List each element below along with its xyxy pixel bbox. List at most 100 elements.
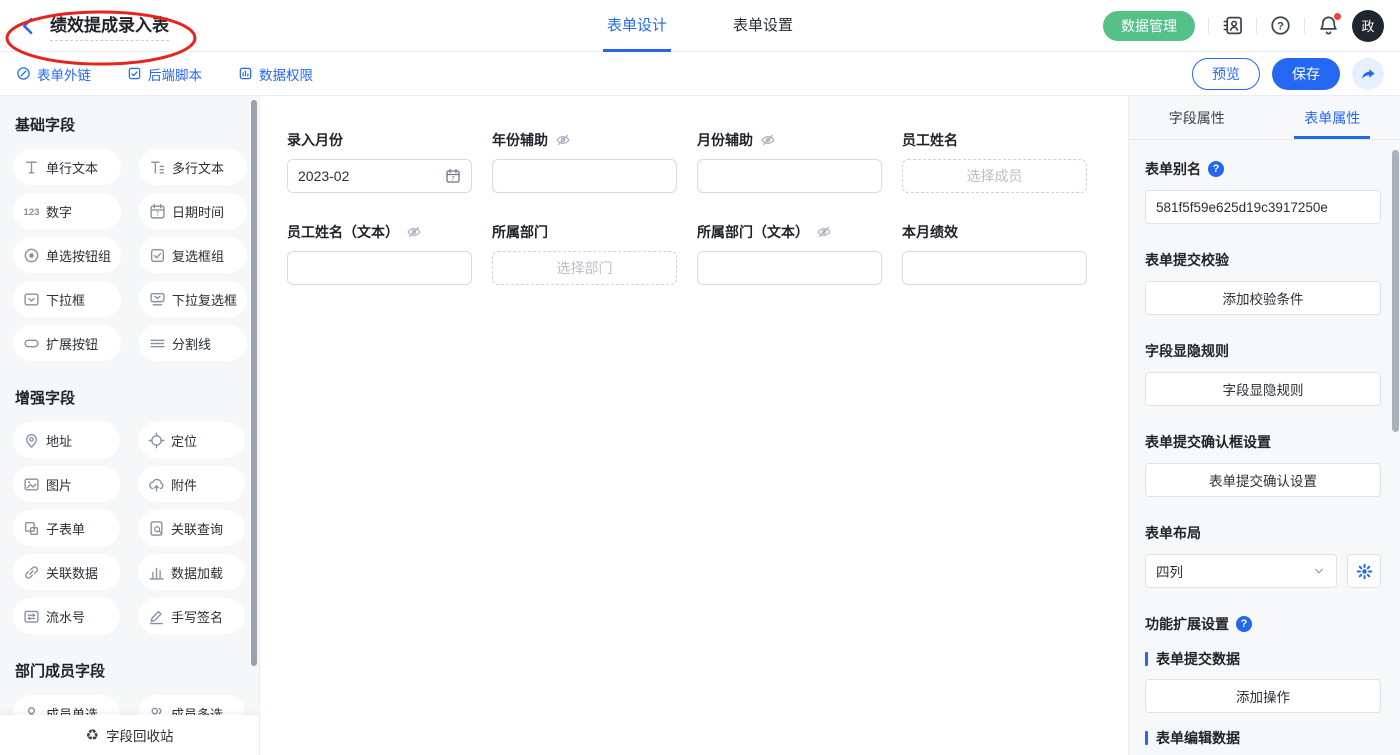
external-link-label: 表单外链	[37, 64, 91, 84]
notification-dot	[1334, 13, 1341, 20]
date-value: 2023-02	[298, 168, 349, 184]
basic-fields-grid: 单行文本 多行文本 数字 日期时间 单选按钮组 复选框组 下拉框 下拉复选框 扩…	[13, 149, 245, 361]
department-picker[interactable]: 选择部门	[492, 251, 677, 285]
field-label: 所属部门	[492, 222, 548, 242]
layout-select[interactable]: 四列	[1145, 554, 1337, 588]
field-visibility-button[interactable]: 字段显隐规则	[1145, 372, 1381, 406]
form-field-department-text[interactable]: 所属部门（文本）	[697, 222, 882, 285]
field-label: 所属部门（文本）	[697, 222, 809, 242]
edit-data-title-row: 表单编辑数据	[1145, 728, 1381, 748]
submit-data-title-row: 表单提交数据	[1145, 649, 1381, 669]
backend-script-label: 后端脚本	[148, 64, 202, 84]
attachment-cloud-icon	[148, 476, 165, 493]
enhanced-fields-grid: 地址 定位 图片 附件 子表单 关联查询 关联数据 数据加载 流水号 手写签名	[13, 422, 245, 634]
field-pill-checkbox-group[interactable]: 复选框组	[139, 237, 247, 273]
external-link-icon	[16, 66, 31, 81]
properties-panel: 字段属性 表单属性 表单别名 表单提交校验 添加校验条件 字段显隐规则 字段显隐…	[1128, 96, 1400, 755]
data-manage-button[interactable]: 数据管理	[1103, 11, 1195, 41]
help-icon[interactable]	[1236, 616, 1252, 632]
pill-label: 关联数据	[46, 563, 98, 582]
submit-confirm-button[interactable]: 表单提交确认设置	[1145, 463, 1381, 497]
tab-form-properties[interactable]: 表单属性	[1265, 96, 1400, 139]
text-input[interactable]	[492, 159, 677, 193]
field-pill-number[interactable]: 数字	[13, 193, 121, 229]
divider	[1304, 18, 1305, 34]
field-label: 年份辅助	[492, 130, 548, 150]
pill-label: 下拉框	[46, 290, 85, 309]
text-input[interactable]	[697, 159, 882, 193]
field-pill-locate[interactable]: 定位	[138, 422, 245, 458]
avatar[interactable]: 政	[1352, 10, 1384, 42]
sidebar-scrollbar[interactable]	[251, 100, 257, 666]
image-icon	[23, 476, 40, 493]
add-validation-button[interactable]: 添加校验条件	[1145, 281, 1381, 315]
tab-field-properties[interactable]: 字段属性	[1129, 96, 1265, 139]
toolbar-right: 预览 保存	[1192, 58, 1384, 90]
field-pill-data-load[interactable]: 数据加载	[138, 554, 245, 590]
field-pill-single-line-text[interactable]: 单行文本	[13, 149, 121, 185]
field-pill-multi-line-text[interactable]: 多行文本	[139, 149, 247, 185]
form-design-canvas[interactable]: 录入月份 2023-02 年份辅助 月份辅助	[260, 96, 1128, 755]
field-pill-linked-query[interactable]: 关联查询	[138, 510, 245, 546]
help-icon[interactable]	[1270, 15, 1291, 36]
field-pill-subform[interactable]: 子表单	[13, 510, 120, 546]
linked-query-icon	[148, 520, 165, 537]
header-right: 数据管理 政	[1103, 10, 1400, 42]
field-pill-dropdown[interactable]: 下拉框	[13, 281, 121, 317]
text-input[interactable]	[697, 251, 882, 285]
save-button[interactable]: 保存	[1272, 58, 1340, 90]
field-recycle-bin[interactable]: 字段回收站	[0, 715, 259, 755]
form-field-monthly-performance[interactable]: 本月绩效	[902, 222, 1087, 285]
pill-label: 数据加载	[171, 563, 223, 582]
accent-bar	[1145, 731, 1148, 745]
notification-bell[interactable]	[1318, 15, 1339, 36]
field-pill-signature[interactable]: 手写签名	[138, 598, 245, 634]
submit-validation-label: 表单提交校验	[1145, 250, 1381, 270]
form-layout-label: 表单布局	[1145, 523, 1381, 543]
field-pill-serial-number[interactable]: 流水号	[13, 598, 120, 634]
field-label: 本月绩效	[902, 222, 958, 242]
field-pill-attachment[interactable]: 附件	[138, 466, 245, 502]
form-field-employee-name[interactable]: 员工姓名 选择成员	[902, 130, 1087, 193]
text-input[interactable]	[287, 251, 472, 285]
form-field-year-helper[interactable]: 年份辅助	[492, 130, 677, 193]
tab-form-design[interactable]: 表单设计	[603, 0, 671, 52]
divider	[1256, 18, 1257, 34]
field-pill-radio-group[interactable]: 单选按钮组	[13, 237, 121, 273]
pill-label: 单行文本	[46, 158, 98, 177]
form-alias-input[interactable]	[1145, 190, 1381, 224]
member-picker[interactable]: 选择成员	[902, 159, 1087, 193]
extend-button-icon	[23, 335, 40, 352]
help-icon[interactable]	[1208, 161, 1224, 177]
tab-form-settings[interactable]: 表单设置	[729, 0, 797, 52]
share-button[interactable]	[1352, 58, 1384, 90]
field-pill-extend-button[interactable]: 扩展按钮	[13, 325, 121, 361]
text-input[interactable]	[902, 251, 1087, 285]
field-pill-datetime[interactable]: 日期时间	[139, 193, 247, 229]
section-title-enhanced-fields: 增强字段	[15, 387, 245, 408]
field-pill-linked-data[interactable]: 关联数据	[13, 554, 120, 590]
layout-settings-button[interactable]	[1347, 554, 1381, 588]
backend-script-button[interactable]: 后端脚本	[127, 64, 202, 84]
date-input[interactable]: 2023-02	[287, 159, 472, 193]
pill-label: 附件	[171, 475, 197, 494]
address-pin-icon	[23, 432, 40, 449]
calendar-icon	[445, 168, 461, 184]
form-field-employee-name-text[interactable]: 员工姓名（文本）	[287, 222, 472, 285]
form-field-month-helper[interactable]: 月份辅助	[697, 130, 882, 193]
form-field-department[interactable]: 所属部门 选择部门	[492, 222, 677, 285]
panel-scrollbar[interactable]	[1392, 150, 1399, 432]
field-pill-image[interactable]: 图片	[13, 466, 120, 502]
submit-confirm-label: 表单提交确认框设置	[1145, 432, 1381, 452]
data-permission-button[interactable]: 数据权限	[238, 64, 313, 84]
form-title[interactable]: 绩效提成录入表	[50, 11, 169, 41]
contacts-icon[interactable]	[1222, 15, 1243, 36]
preview-button[interactable]: 预览	[1192, 58, 1260, 90]
field-pill-address[interactable]: 地址	[13, 422, 120, 458]
form-field-entry-month[interactable]: 录入月份 2023-02	[287, 130, 472, 193]
back-icon[interactable]	[18, 16, 38, 36]
submit-data-add-action-button[interactable]: 添加操作	[1145, 679, 1381, 713]
field-pill-divider[interactable]: 分割线	[139, 325, 247, 361]
field-pill-dropdown-multi[interactable]: 下拉复选框	[139, 281, 247, 317]
external-link-button[interactable]: 表单外链	[16, 64, 91, 84]
